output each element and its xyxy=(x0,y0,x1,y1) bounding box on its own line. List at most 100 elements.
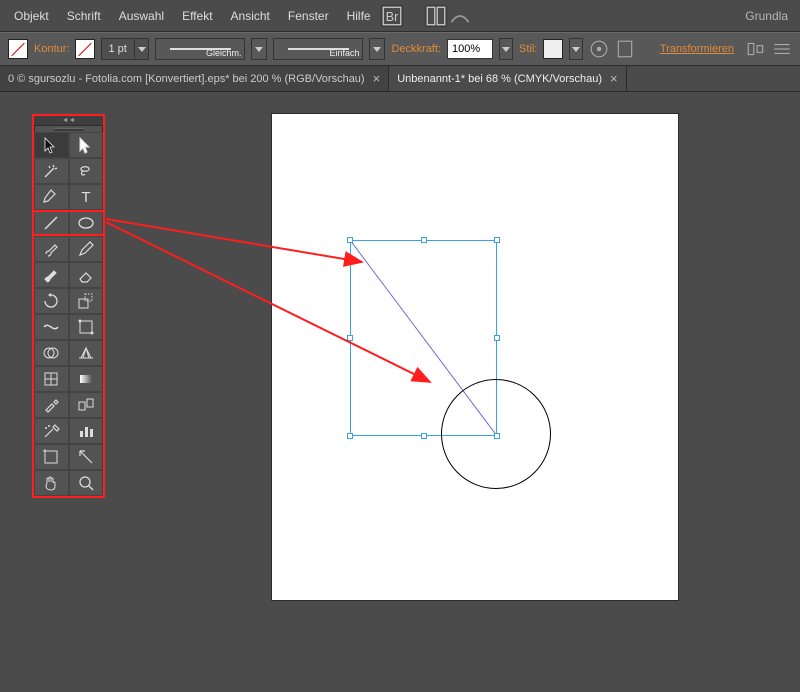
type-icon: T xyxy=(77,188,95,206)
handle[interactable] xyxy=(421,237,427,243)
bridge-icon[interactable]: Br xyxy=(381,5,403,27)
tool-paintbrush[interactable] xyxy=(34,236,69,262)
workspace: T xyxy=(0,92,800,600)
opacity-dd-icon[interactable] xyxy=(499,38,513,60)
profile-dd-icon[interactable] xyxy=(251,38,267,60)
tool-rotate[interactable] xyxy=(34,288,69,314)
tool-blob-brush[interactable] xyxy=(34,262,69,288)
control-bar: Kontur: 1 pt Gleichm. Einfach Deckkraft:… xyxy=(0,32,800,66)
tool-slice[interactable] xyxy=(69,444,104,470)
tool-selection[interactable] xyxy=(34,132,69,158)
opacity-label: Deckkraft: xyxy=(391,43,441,55)
transform-link[interactable]: Transformieren xyxy=(654,43,740,55)
recolor-art-icon[interactable] xyxy=(589,39,609,59)
tab-active[interactable]: Unbenannt-1* bei 68 % (CMYK/Vorschau) × xyxy=(389,66,626,91)
handle[interactable] xyxy=(494,335,500,341)
stroke-label: Kontur: xyxy=(34,43,69,55)
blend-icon xyxy=(77,396,95,414)
tool-free-transform[interactable] xyxy=(69,314,104,340)
stroke-swatch[interactable] xyxy=(75,39,95,59)
document-tabs: 0 © sgursozlu - Fotolia.com [Konvertiert… xyxy=(0,66,800,92)
svg-text:T: T xyxy=(81,189,90,206)
menu-ansicht[interactable]: Ansicht xyxy=(223,5,278,27)
menu-schrift[interactable]: Schrift xyxy=(59,5,109,27)
symbol-sprayer-icon xyxy=(42,422,60,440)
column-graph-icon xyxy=(77,422,95,440)
menu-effekt[interactable]: Effekt xyxy=(174,5,220,27)
tool-type[interactable]: T xyxy=(69,184,104,210)
ellipse-icon xyxy=(77,214,95,232)
svg-text:Br: Br xyxy=(385,10,398,24)
handle[interactable] xyxy=(347,433,353,439)
artboard[interactable] xyxy=(272,114,678,600)
menu-hilfe[interactable]: Hilfe xyxy=(339,5,379,27)
eyedropper-icon xyxy=(42,396,60,414)
tool-eraser[interactable] xyxy=(69,262,104,288)
menu-objekt[interactable]: Objekt xyxy=(6,5,57,27)
tab-label: Unbenannt-1* bei 68 % (CMYK/Vorschau) xyxy=(397,73,602,85)
eraser-icon xyxy=(77,266,95,284)
circle-shape[interactable] xyxy=(441,379,551,489)
blob-brush-icon xyxy=(42,266,60,284)
style-swatch[interactable] xyxy=(543,39,563,59)
arrange-docs-icon[interactable] xyxy=(425,5,447,27)
menu-fenster[interactable]: Fenster xyxy=(280,5,337,27)
close-icon[interactable]: × xyxy=(373,71,381,86)
tool-gradient[interactable] xyxy=(69,366,104,392)
mesh-icon xyxy=(42,370,60,388)
tool-artboard[interactable] xyxy=(34,444,69,470)
fill-swatch[interactable] xyxy=(8,39,28,59)
artboard-icon xyxy=(42,448,60,466)
width-icon xyxy=(42,318,60,336)
tool-scale[interactable] xyxy=(69,288,104,314)
tool-eyedropper[interactable] xyxy=(34,392,69,418)
handle[interactable] xyxy=(421,433,427,439)
perspective-grid-icon xyxy=(77,344,95,362)
pencil-icon xyxy=(77,240,95,258)
handle[interactable] xyxy=(494,237,500,243)
line-segment-icon xyxy=(42,214,60,232)
workspace-label[interactable]: Grundla xyxy=(739,5,794,27)
tool-shape-builder[interactable] xyxy=(34,340,69,366)
tools-panel: T xyxy=(32,114,105,498)
handle[interactable] xyxy=(347,335,353,341)
tool-pencil[interactable] xyxy=(69,236,104,262)
tool-direct-selection[interactable] xyxy=(69,132,104,158)
tool-blend[interactable] xyxy=(69,392,104,418)
pen-icon xyxy=(42,188,60,206)
zoom-icon xyxy=(77,474,95,492)
handle[interactable] xyxy=(347,237,353,243)
style-dd-icon[interactable] xyxy=(569,38,583,60)
tool-zoom[interactable] xyxy=(69,470,104,496)
lasso-icon xyxy=(77,162,95,180)
magic-wand-icon xyxy=(42,162,60,180)
tool-line-segment[interactable] xyxy=(34,210,69,236)
style-label: Stil: xyxy=(519,43,537,55)
tool-mesh[interactable] xyxy=(34,366,69,392)
tool-magic-wand[interactable] xyxy=(34,158,69,184)
tool-width[interactable] xyxy=(34,314,69,340)
panel-collapse-icon[interactable] xyxy=(34,116,103,126)
doc-setup-icon[interactable] xyxy=(615,39,635,59)
tool-ellipse[interactable] xyxy=(69,210,104,236)
align2-icon[interactable] xyxy=(772,39,792,59)
tool-hand[interactable] xyxy=(34,470,69,496)
tool-lasso[interactable] xyxy=(69,158,104,184)
opacity-field[interactable] xyxy=(447,39,493,59)
tool-column-graph[interactable] xyxy=(69,418,104,444)
close-icon[interactable]: × xyxy=(610,71,618,86)
stroke-weight-select[interactable]: 1 pt xyxy=(101,38,149,60)
tool-pen[interactable] xyxy=(34,184,69,210)
brush-dd-icon[interactable] xyxy=(369,38,385,60)
menu-auswahl[interactable]: Auswahl xyxy=(111,5,172,27)
selection-icon xyxy=(42,136,60,154)
shape-builder-icon xyxy=(42,344,60,362)
brush-def[interactable]: Einfach xyxy=(273,38,363,60)
tab-inactive[interactable]: 0 © sgursozlu - Fotolia.com [Konvertiert… xyxy=(0,66,389,91)
tool-perspective-grid[interactable] xyxy=(69,340,104,366)
app-menubar: Objekt Schrift Auswahl Effekt Ansicht Fe… xyxy=(0,0,800,32)
var-width-profile[interactable]: Gleichm. xyxy=(155,38,245,60)
align-icon[interactable] xyxy=(746,39,766,59)
screen-mode-icon[interactable] xyxy=(449,5,471,27)
tool-symbol-sprayer[interactable] xyxy=(34,418,69,444)
